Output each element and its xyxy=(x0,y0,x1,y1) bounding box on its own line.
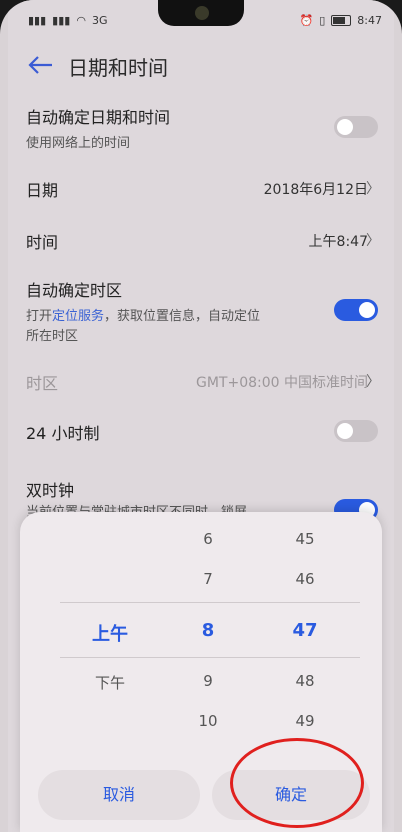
chevron-right-icon: 〉 xyxy=(366,233,380,249)
timezone-value: GMT+08:00 中国标准时间 xyxy=(195,375,368,391)
status-bar: ▮▮▮ ▮▮▮ ◠ 3G ⏰ ▯ 8:47 xyxy=(8,0,394,38)
network-type: 3G xyxy=(91,14,108,27)
minute-option[interactable]: 45 xyxy=(275,530,335,548)
hour-option-selected[interactable]: 8 xyxy=(178,620,238,641)
auto-tz-sub: 打开定位服务，获取位置信息，自动定位 xyxy=(26,305,260,324)
location-service-link[interactable]: 定位服务 xyxy=(52,309,104,324)
time-label: 时间 xyxy=(26,233,59,252)
chevron-right-icon: 〉 xyxy=(366,181,380,197)
vibrate-icon: ▯ xyxy=(319,14,326,27)
hour-option[interactable]: 9 xyxy=(178,672,238,690)
row-auto-datetime[interactable]: 自动确定日期和时间 使用网络上的时间 xyxy=(8,100,394,162)
minute-option[interactable]: 48 xyxy=(275,672,335,690)
auto-datetime-toggle[interactable] xyxy=(334,116,378,138)
row-date[interactable]: 日期 2018年6月12日 〉 xyxy=(8,175,394,205)
auto-tz-toggle[interactable] xyxy=(334,299,378,321)
toggle-knob xyxy=(337,423,353,439)
cancel-button[interactable]: 取消 xyxy=(38,770,200,820)
time-value: 上午8:47 xyxy=(308,234,368,250)
h24-label: 24 小时制 xyxy=(26,424,100,443)
header: 日期和时间 xyxy=(8,44,394,88)
auto-tz-sub-suffix: ，获取位置信息，自动定位 xyxy=(104,309,261,324)
auto-tz-sub-prefix: 打开 xyxy=(26,309,53,324)
minute-option-selected[interactable]: 47 xyxy=(275,620,335,641)
auto-tz-label: 自动确定时区 xyxy=(26,281,123,300)
signal-icon: ▮▮▮ xyxy=(28,14,47,27)
camera-notch xyxy=(158,0,244,26)
ampm-option-selected[interactable]: 上午 xyxy=(80,620,140,646)
minute-option[interactable]: 46 xyxy=(275,570,335,588)
auto-datetime-sub: 使用网络上的时间 xyxy=(26,136,131,151)
minute-option[interactable]: 49 xyxy=(275,712,335,730)
chevron-right-icon: 〉 xyxy=(366,374,380,390)
status-time: 8:47 xyxy=(357,14,382,27)
timezone-label: 时区 xyxy=(26,374,59,393)
row-timezone[interactable]: 时区 GMT+08:00 中国标准时间 〉 xyxy=(8,368,394,398)
hour-option[interactable]: 6 xyxy=(178,530,238,548)
signal-icon-2: ▮▮▮ xyxy=(52,14,71,27)
h24-toggle[interactable] xyxy=(334,420,378,442)
toggle-knob xyxy=(359,302,375,318)
battery-icon xyxy=(331,15,352,26)
ampm-option[interactable]: 下午 xyxy=(80,672,140,693)
row-auto-timezone[interactable]: 自动确定时区 打开定位服务，获取位置信息，自动定位 所在时区 xyxy=(8,275,394,347)
toggle-knob xyxy=(337,119,353,135)
camera-icon xyxy=(195,6,209,20)
dual-clock-label: 双时钟 xyxy=(26,481,75,500)
row-time[interactable]: 时间 上午8:47 〉 xyxy=(8,227,394,257)
red-highlight-circle xyxy=(230,738,364,828)
hour-option[interactable]: 7 xyxy=(178,570,238,588)
hour-option[interactable]: 10 xyxy=(178,712,238,730)
auto-tz-sub-line2: 所在时区 xyxy=(26,329,79,344)
date-value: 2018年6月12日 xyxy=(263,182,368,198)
auto-datetime-label: 自动确定日期和时间 xyxy=(26,108,171,127)
page-title: 日期和时间 xyxy=(68,56,168,80)
wifi-icon: ◠ xyxy=(76,14,86,27)
alarm-icon: ⏰ xyxy=(299,14,314,27)
date-label: 日期 xyxy=(26,181,59,200)
back-arrow-icon[interactable] xyxy=(26,54,54,76)
row-24h[interactable]: 24 小时制 xyxy=(8,418,394,448)
screen: ▮▮▮ ▮▮▮ ◠ 3G ⏰ ▯ 8:47 日期和时间 自动确定日期和时间 使用… xyxy=(8,0,394,832)
row-dual-clock[interactable]: 双时钟 当前位置与常驻城市时区不同时，锁屏 xyxy=(8,475,394,521)
phone-frame: ▮▮▮ ▮▮▮ ◠ 3G ⏰ ▯ 8:47 日期和时间 自动确定日期和时间 使用… xyxy=(0,0,402,832)
